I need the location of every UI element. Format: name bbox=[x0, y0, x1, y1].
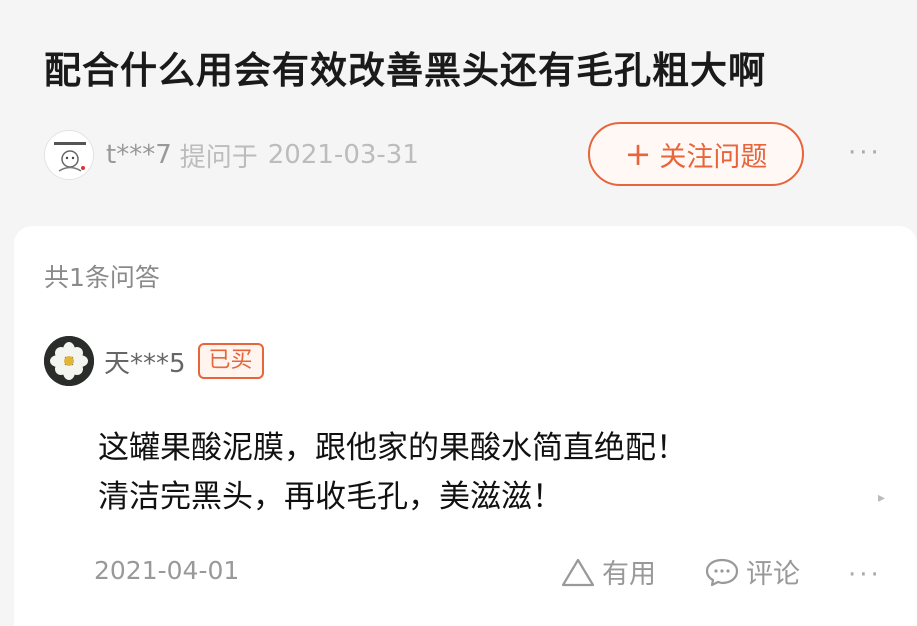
answer-text-line-2: 清洁完黑头，再收毛孔，美滋滋！ bbox=[98, 479, 563, 515]
question-more-icon[interactable]: ··· bbox=[848, 138, 882, 168]
follow-question-button[interactable]: + 关注问题 bbox=[588, 122, 804, 186]
asked-date: 2021-03-31 bbox=[267, 140, 419, 170]
useful-button[interactable]: 有用 bbox=[560, 552, 656, 591]
answerer-name: 天***5 bbox=[104, 348, 186, 379]
answer-date: 2021-04-01 bbox=[94, 556, 240, 585]
follow-question-label: 关注问题 bbox=[659, 141, 768, 173]
answer-text-line-1: 这罐果酸泥膜，跟他家的果酸水简直绝配！ bbox=[98, 430, 687, 466]
question-title: 配合什么用会有效改善黑头还有毛孔粗大啊 bbox=[44, 49, 766, 92]
plus-icon: + bbox=[624, 135, 652, 173]
answers-card: 共1条问答 天***5 已买 这罐果酸泥膜，跟他家的果酸水简直绝配！ 清洁完黑头… bbox=[14, 226, 917, 626]
comment-button[interactable]: 评论 bbox=[704, 552, 800, 591]
answer-text: 这罐果酸泥膜，跟他家的果酸水简直绝配！ 清洁完黑头，再收毛孔，美滋滋！ bbox=[98, 424, 858, 522]
answerer-avatar[interactable] bbox=[44, 336, 94, 386]
asker-avatar[interactable] bbox=[44, 130, 94, 180]
asker-name: t***7 bbox=[106, 140, 172, 170]
scroll-arrow-icon: ▸ bbox=[878, 490, 886, 506]
answer-more-icon[interactable]: ··· bbox=[848, 560, 882, 590]
asker-row: t***7 提问于 2021-03-31 bbox=[44, 128, 419, 182]
asker-avatar-icon bbox=[45, 131, 93, 179]
question-header: 配合什么用会有效改善黑头还有毛孔粗大啊 t***7 提问于 2021-03-31… bbox=[0, 0, 917, 225]
answer-count: 共1条问答 bbox=[44, 263, 160, 292]
answerer-row: 天***5 已买 bbox=[44, 336, 264, 386]
comment-label: 评论 bbox=[746, 559, 800, 590]
bought-badge: 已买 bbox=[197, 343, 264, 379]
triangle-icon bbox=[561, 558, 595, 586]
asked-prefix: 提问于 bbox=[179, 142, 258, 173]
speech-bubble-icon bbox=[705, 558, 739, 586]
flower-avatar-icon bbox=[44, 336, 94, 386]
useful-label: 有用 bbox=[602, 559, 656, 590]
